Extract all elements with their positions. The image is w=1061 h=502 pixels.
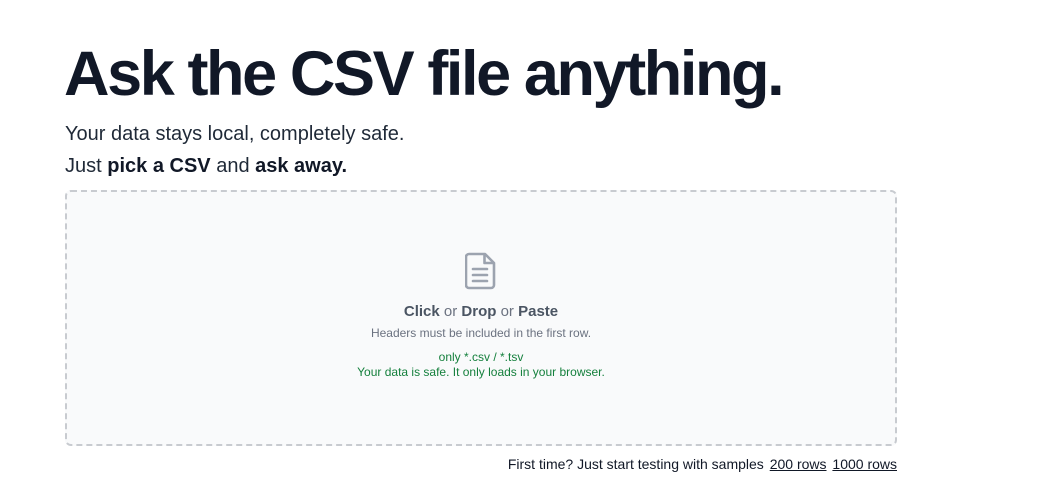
or-separator: or [496,303,519,320]
page-title: Ask the CSV file anything. [64,39,785,109]
privacy-note: Your data is safe. It only loads in your… [357,365,605,379]
instructions-prefix: Just [65,155,108,177]
page-subtitle: Your data stays local, completely safe. [65,123,405,145]
instructions-ask: ask away. [255,155,348,177]
file-text-icon [465,252,496,290]
sample-200-rows-link[interactable]: 200 rows [770,456,827,472]
samples-prompt: First time? Just start testing with samp… [507,456,764,472]
sample-1000-rows-link[interactable]: 1000 rows [832,456,897,472]
paste-action: Paste [518,303,559,320]
page-instructions: Just pick a CSV and ask away. [65,153,347,179]
headers-hint: Headers must be included in the first ro… [370,326,592,340]
click-action: Click [403,303,440,320]
samples-row: First time? Just start testing with samp… [508,455,897,473]
or-separator: or [439,303,462,320]
drop-action: Drop [461,303,497,320]
instructions-middle: and [210,155,256,177]
allowed-extensions: only *.csv / *.tsv [438,350,524,364]
upload-actions: Click or Drop or Paste [404,303,558,321]
instructions-pick: pick a CSV [107,155,211,177]
csv-dropzone[interactable]: Click or Drop or Paste Headers must be i… [65,190,897,446]
